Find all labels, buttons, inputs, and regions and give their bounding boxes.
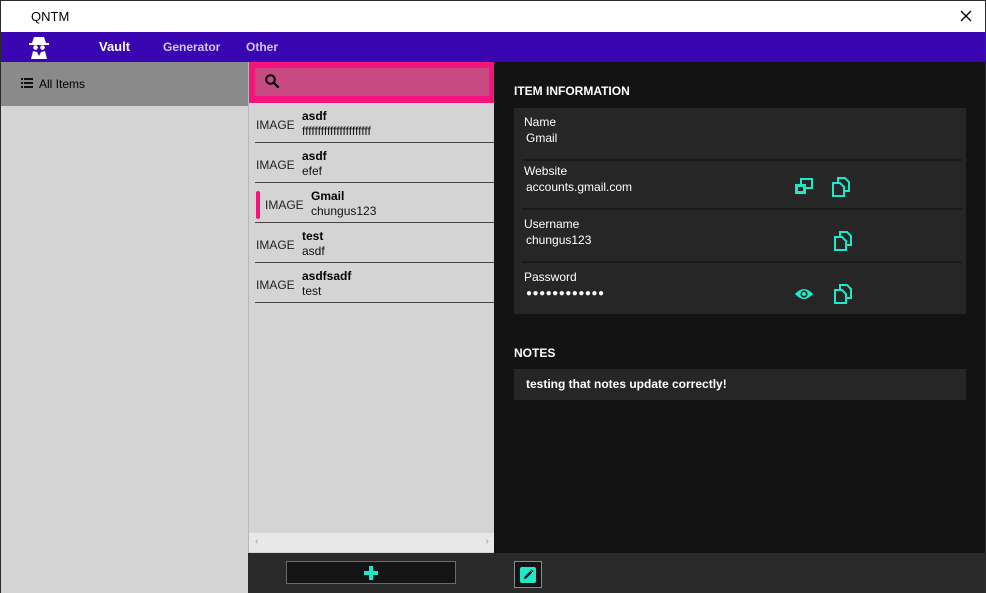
- app-window: QNTM Vault Generator Other All Items IMA…: [0, 0, 986, 593]
- field-label: Website: [524, 164, 568, 178]
- copy-icon: [834, 231, 852, 251]
- field-value[interactable]: accounts.gmail.com: [526, 180, 632, 194]
- item-image: IMAGE: [256, 238, 295, 252]
- search-input[interactable]: [285, 72, 481, 92]
- open-link-icon: [795, 178, 813, 194]
- field-password: Password ●●●●●●●●●●●●: [514, 263, 966, 316]
- list-item-selected[interactable]: IMAGE Gmail chungus123: [255, 183, 495, 223]
- item-information-title: ITEM INFORMATION: [514, 84, 630, 98]
- scroll-left-icon[interactable]: ‹: [255, 536, 258, 547]
- window-title: QNTM: [31, 9, 70, 24]
- item-subtitle: ffffffffffffffffffffff: [302, 124, 371, 138]
- eye-icon: [795, 289, 813, 299]
- close-icon: [960, 10, 972, 22]
- item-image: IMAGE: [265, 198, 304, 212]
- tab-vault[interactable]: Vault: [99, 39, 130, 54]
- item-fields-card: Name Gmail Website accounts.gmail.com Us…: [514, 108, 966, 314]
- item-name: test: [302, 229, 324, 243]
- item-name: asdf: [302, 149, 327, 163]
- bottom-toolbar: [248, 553, 985, 593]
- item-subtitle: efef: [302, 164, 323, 178]
- notes-title: NOTES: [514, 346, 556, 360]
- list-item[interactable]: IMAGE asdf ffffffffffffffffffffff: [255, 103, 495, 143]
- password-value[interactable]: ●●●●●●●●●●●●: [526, 288, 604, 299]
- list-icon: [21, 78, 33, 88]
- title-bar: QNTM: [1, 1, 985, 32]
- search-icon: [265, 74, 279, 88]
- pencil-icon: [520, 566, 536, 583]
- field-label: Username: [524, 217, 580, 231]
- sidebar-item-label: All Items: [39, 77, 86, 91]
- list-item[interactable]: IMAGE test asdf: [255, 223, 495, 263]
- item-subtitle: test: [302, 284, 322, 298]
- field-label: Name: [524, 115, 557, 129]
- item-detail-pane: ITEM INFORMATION Name Gmail Website acco…: [494, 62, 985, 553]
- edit-item-button[interactable]: [514, 561, 542, 588]
- copy-icon: [832, 177, 850, 197]
- close-button[interactable]: [953, 3, 979, 29]
- search-bar: [249, 62, 495, 103]
- open-website-button[interactable]: [793, 176, 815, 198]
- sidebar-item-all-items[interactable]: All Items: [1, 62, 248, 106]
- reveal-password-button[interactable]: [793, 283, 815, 305]
- item-image: IMAGE: [256, 278, 295, 292]
- item-image: IMAGE: [256, 158, 295, 172]
- sidebar: All Items: [1, 62, 248, 593]
- notes-text[interactable]: testing that notes update correctly!: [526, 377, 727, 391]
- selection-indicator: [256, 191, 260, 219]
- item-name: Gmail: [311, 189, 345, 203]
- scroll-right-icon[interactable]: ›: [486, 536, 489, 547]
- field-name: Name Gmail: [514, 108, 966, 161]
- top-nav: Vault Generator Other: [1, 32, 985, 62]
- spy-icon[interactable]: [27, 34, 51, 60]
- item-subtitle: asdf: [302, 244, 325, 258]
- notes-card: testing that notes update correctly!: [514, 369, 966, 400]
- tab-other[interactable]: Other: [246, 40, 278, 54]
- list-item[interactable]: IMAGE asdfsadf test: [255, 263, 495, 303]
- field-value[interactable]: Gmail: [526, 131, 557, 145]
- field-username: Username chungus123: [514, 210, 966, 263]
- copy-icon: [834, 284, 852, 304]
- item-subtitle: chungus123: [311, 204, 377, 218]
- search-box[interactable]: [255, 68, 489, 96]
- copy-username-button[interactable]: [832, 230, 854, 252]
- item-name: asdfsadf: [302, 269, 352, 283]
- item-list: IMAGE asdf ffffffffffffffffffffff IMAGE …: [255, 103, 495, 303]
- field-value[interactable]: chungus123: [526, 233, 591, 247]
- item-list-pane: IMAGE asdf ffffffffffffffffffffff IMAGE …: [248, 62, 495, 553]
- field-website: Website accounts.gmail.com: [514, 157, 966, 210]
- item-image: IMAGE: [256, 118, 295, 132]
- copy-password-button[interactable]: [832, 283, 854, 305]
- add-item-button[interactable]: [286, 561, 456, 584]
- list-item[interactable]: IMAGE asdf efef: [255, 143, 495, 183]
- tab-generator[interactable]: Generator: [163, 40, 220, 54]
- field-label: Password: [524, 270, 577, 284]
- horizontal-scrollbar[interactable]: ‹ ›: [249, 533, 495, 552]
- plus-icon: [364, 565, 378, 580]
- item-name: asdf: [302, 109, 327, 123]
- copy-website-button[interactable]: [830, 176, 852, 198]
